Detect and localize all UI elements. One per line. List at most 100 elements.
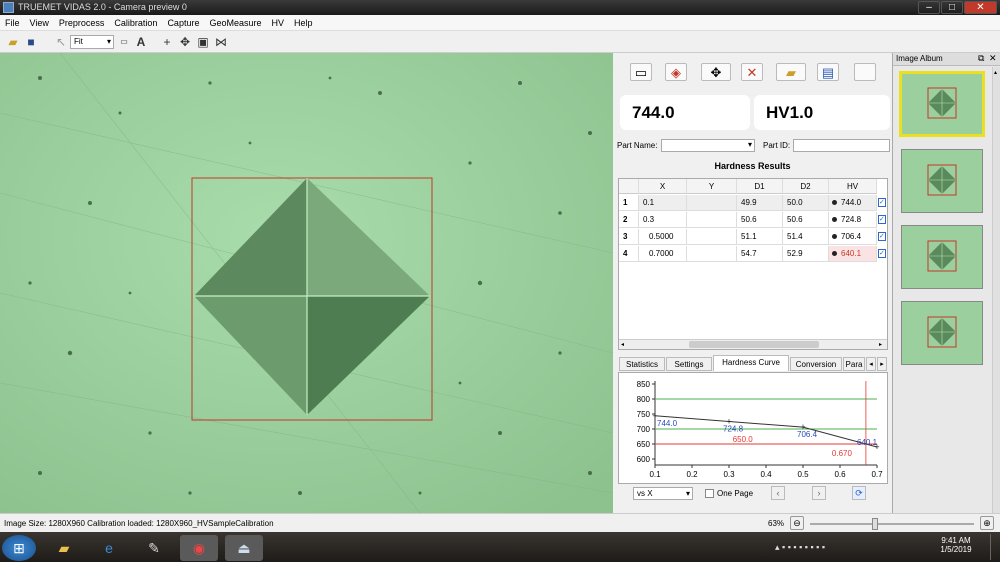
part-name-select[interactable]: ▾ bbox=[661, 139, 755, 152]
video-camera-icon[interactable]: ▭ bbox=[630, 63, 652, 81]
camera-preview[interactable] bbox=[0, 53, 613, 513]
chrome-icon[interactable]: ◉ bbox=[180, 535, 218, 561]
menu-capture[interactable]: Capture bbox=[162, 15, 204, 31]
tab-parameters[interactable]: Para bbox=[843, 357, 865, 371]
menu-view[interactable]: View bbox=[25, 15, 54, 31]
col-header-y[interactable]: Y bbox=[687, 179, 737, 194]
window-title: TRUEMET VIDAS 2.0 - Camera preview 0 bbox=[18, 2, 187, 12]
tab-hardness-curve[interactable]: Hardness Curve bbox=[713, 355, 789, 371]
camera-icon[interactable]: ▣ bbox=[196, 35, 210, 49]
album-thumbnail-selected[interactable] bbox=[899, 71, 985, 137]
vertical-marker-label: 0.670 bbox=[832, 449, 853, 458]
scroll-right-icon[interactable]: ▸ bbox=[879, 341, 882, 348]
scroll-up-icon[interactable]: ▴ bbox=[994, 69, 997, 76]
chevron-down-icon: ▾ bbox=[106, 37, 111, 46]
save-icon[interactable]: ■ bbox=[24, 35, 38, 49]
menu-geomeasure[interactable]: GeoMeasure bbox=[204, 15, 266, 31]
zoom-out-icon[interactable]: ⊖ bbox=[790, 516, 804, 530]
open-file-icon[interactable]: ▰ bbox=[776, 63, 806, 81]
row-checkbox[interactable]: ✓ bbox=[878, 198, 886, 207]
specimen-image[interactable] bbox=[0, 53, 613, 513]
scrollbar-thumb[interactable] bbox=[689, 341, 819, 348]
tabs-prev-icon[interactable]: ◂ bbox=[866, 357, 876, 371]
vidas-app-icon[interactable]: ⏏ bbox=[225, 535, 263, 561]
table-corner bbox=[619, 179, 639, 194]
chart-svg: 650.0 0.670 850 800 750 700 650 600 0.1 0.2 0.3 0.4… bbox=[637, 380, 883, 479]
vs-axis-select[interactable]: vs X ▾ bbox=[633, 487, 693, 500]
blank-tool-icon[interactable] bbox=[854, 63, 876, 81]
menu-file[interactable]: File bbox=[0, 15, 25, 31]
album-thumbnail[interactable] bbox=[901, 149, 983, 213]
paint-icon[interactable]: ✎ bbox=[135, 535, 173, 561]
clock-time: 9:41 AM bbox=[941, 536, 971, 545]
zoom-slider-thumb[interactable] bbox=[872, 518, 878, 530]
chart-next-button[interactable]: › bbox=[812, 486, 826, 500]
refresh-icon[interactable]: ⟳ bbox=[852, 486, 866, 500]
move-icon[interactable]: ✥ bbox=[178, 35, 192, 49]
scroll-left-icon[interactable]: ◂ bbox=[621, 341, 624, 348]
taskbar: ⊞ ▰ e ✎ ◉ ⏏ ▴ ▪ ▪ ▪ ▪ ▪ ▪ ▪ ▪ 9:41 AM 1/… bbox=[0, 532, 1000, 562]
row-checkbox[interactable]: ✓ bbox=[878, 215, 886, 224]
move-cross-icon[interactable]: ✥ bbox=[701, 63, 731, 81]
menu-calibration[interactable]: Calibration bbox=[109, 15, 162, 31]
col-header-hv[interactable]: HV bbox=[829, 179, 877, 194]
chart-prev-button[interactable]: ‹ bbox=[771, 486, 785, 500]
start-button[interactable]: ⊞ bbox=[2, 535, 36, 561]
tab-conversion[interactable]: Conversion bbox=[790, 357, 842, 371]
row-checkbox[interactable]: ✓ bbox=[878, 232, 886, 241]
ruler-icon[interactable]: ▭ bbox=[117, 35, 131, 49]
crosshair-icon[interactable]: + bbox=[160, 35, 174, 49]
x-tick-label: 0.3 bbox=[723, 470, 735, 479]
results-table: X Y D1 D2 HV 1 0.1 49.9 50.0 744.0 ✓ 2 0… bbox=[618, 178, 888, 350]
close-button[interactable]: ✕ bbox=[964, 1, 997, 14]
report-icon[interactable]: ▤ bbox=[817, 63, 839, 81]
explorer-icon[interactable]: ▰ bbox=[45, 535, 83, 561]
minimize-button[interactable]: – bbox=[918, 1, 940, 14]
pointer-icon[interactable]: ↖ bbox=[54, 35, 68, 49]
x-tick-label: 0.7 bbox=[871, 470, 883, 479]
text-tool-icon[interactable]: A bbox=[134, 35, 148, 49]
tabs-next-icon[interactable]: ▸ bbox=[877, 357, 887, 371]
one-page-checkbox[interactable] bbox=[705, 489, 714, 498]
col-header-x[interactable]: X bbox=[639, 179, 687, 194]
show-desktop-button[interactable] bbox=[990, 534, 998, 560]
clock[interactable]: 9:41 AM 1/5/2019 bbox=[936, 536, 976, 554]
album-scrollbar[interactable]: ▴ bbox=[992, 67, 1000, 513]
data-label: 744.0 bbox=[657, 419, 678, 428]
measure-icon[interactable]: ⋈ bbox=[214, 35, 228, 49]
chevron-down-icon: ▾ bbox=[685, 489, 690, 498]
delete-icon[interactable]: ✕ bbox=[741, 63, 763, 81]
tab-settings[interactable]: Settings bbox=[666, 357, 712, 371]
float-icon[interactable]: ⧉ bbox=[978, 53, 984, 64]
horizontal-scrollbar[interactable]: ◂ ▸ bbox=[619, 339, 887, 349]
open-folder-icon[interactable]: ▰ bbox=[6, 35, 20, 49]
zoom-slider[interactable] bbox=[810, 518, 974, 530]
app-icon bbox=[3, 2, 14, 13]
hardness-curve-chart[interactable]: 650.0 0.670 850 800 750 700 650 600 0.1 0.2 0.3 0.4… bbox=[618, 372, 888, 484]
col-header-d1[interactable]: D1 bbox=[737, 179, 783, 194]
menu-hv[interactable]: HV bbox=[267, 15, 290, 31]
results-title: Hardness Results bbox=[714, 161, 791, 171]
clock-date: 1/5/2019 bbox=[940, 545, 972, 554]
maximize-button[interactable]: □ bbox=[941, 1, 963, 14]
part-name-label: Part Name: bbox=[617, 141, 658, 150]
album-thumbnail[interactable] bbox=[901, 301, 983, 365]
menu-help[interactable]: Help bbox=[289, 15, 318, 31]
reference-line-label: 650.0 bbox=[733, 435, 754, 444]
part-id-input[interactable] bbox=[793, 139, 890, 152]
col-header-d2[interactable]: D2 bbox=[783, 179, 829, 194]
row-checkbox[interactable]: ✓ bbox=[878, 249, 886, 258]
tab-statistics[interactable]: Statistics bbox=[619, 357, 665, 371]
zoom-select[interactable]: Fit ▾ bbox=[70, 35, 114, 49]
y-tick-label: 700 bbox=[637, 425, 651, 434]
zoom-in-icon[interactable]: ⊕ bbox=[980, 516, 994, 530]
auto-measure-icon[interactable]: ◈ bbox=[665, 63, 687, 81]
one-page-label: One Page bbox=[717, 489, 754, 498]
y-tick-label: 750 bbox=[637, 410, 651, 419]
menu-preprocess[interactable]: Preprocess bbox=[54, 15, 110, 31]
album-thumbnail[interactable] bbox=[901, 225, 983, 289]
close-panel-icon[interactable]: ✕ bbox=[989, 53, 997, 64]
tray-icons[interactable]: ▴ ▪ ▪ ▪ ▪ ▪ ▪ ▪ ▪ bbox=[775, 542, 825, 553]
internet-explorer-icon[interactable]: e bbox=[90, 535, 128, 561]
y-tick-label: 600 bbox=[637, 455, 651, 464]
